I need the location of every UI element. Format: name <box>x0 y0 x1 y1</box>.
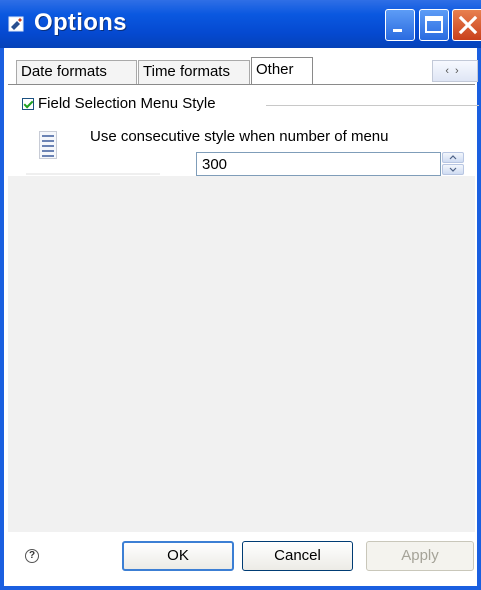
tab-time-formats[interactable]: Time formats <box>138 60 250 84</box>
menu-count-spinner[interactable] <box>442 152 466 176</box>
chevron-right-icon[interactable]: › <box>455 65 465 77</box>
title-bar[interactable]: Options <box>0 0 481 48</box>
minimize-icon <box>393 29 402 32</box>
dialog-footer: ? OK Cancel Apply <box>4 532 477 586</box>
window-frame-bottom <box>0 586 481 590</box>
apply-button[interactable]: Apply <box>366 541 474 571</box>
cancel-button[interactable]: Cancel <box>242 541 353 571</box>
chevron-up-icon <box>449 155 457 160</box>
consecutive-style-label: Use consecutive style when number of men… <box>90 128 389 145</box>
close-button[interactable] <box>452 9 481 41</box>
document-list-icon <box>39 131 57 159</box>
chevron-left-icon[interactable]: ‹ <box>445 65 455 77</box>
group-separator <box>266 105 479 106</box>
window-frame-left <box>0 48 4 590</box>
chevron-down-icon <box>449 167 457 172</box>
field-selection-group: Field Selection Menu Style <box>22 95 479 115</box>
tab-date-formats[interactable]: Date formats <box>16 60 137 84</box>
window-frame-right <box>477 48 481 590</box>
tab-other[interactable]: Other <box>251 57 313 85</box>
icon-divider <box>26 173 160 175</box>
minimize-button[interactable] <box>385 9 415 41</box>
ok-button[interactable]: OK <box>122 541 234 571</box>
spinner-down-button[interactable] <box>442 164 464 175</box>
menu-count-input[interactable] <box>196 152 441 176</box>
options-app-icon <box>8 16 24 32</box>
maximize-icon <box>425 16 443 33</box>
spinner-up-button[interactable] <box>442 152 464 163</box>
tab-scroll-arrows[interactable]: ‹› <box>432 60 478 82</box>
field-selection-label: Field Selection Menu Style <box>38 95 216 112</box>
help-icon[interactable]: ? <box>25 549 39 563</box>
tab-bar: Date formats Time formats Other ‹› <box>8 56 478 85</box>
options-dialog: Options Date formats Time formats Other … <box>0 0 481 590</box>
close-icon <box>458 15 478 35</box>
maximize-button[interactable] <box>419 9 449 41</box>
window-title: Options <box>34 9 127 36</box>
content-panel <box>8 176 475 533</box>
field-selection-checkbox[interactable] <box>22 98 34 110</box>
tab-divider <box>8 84 475 85</box>
